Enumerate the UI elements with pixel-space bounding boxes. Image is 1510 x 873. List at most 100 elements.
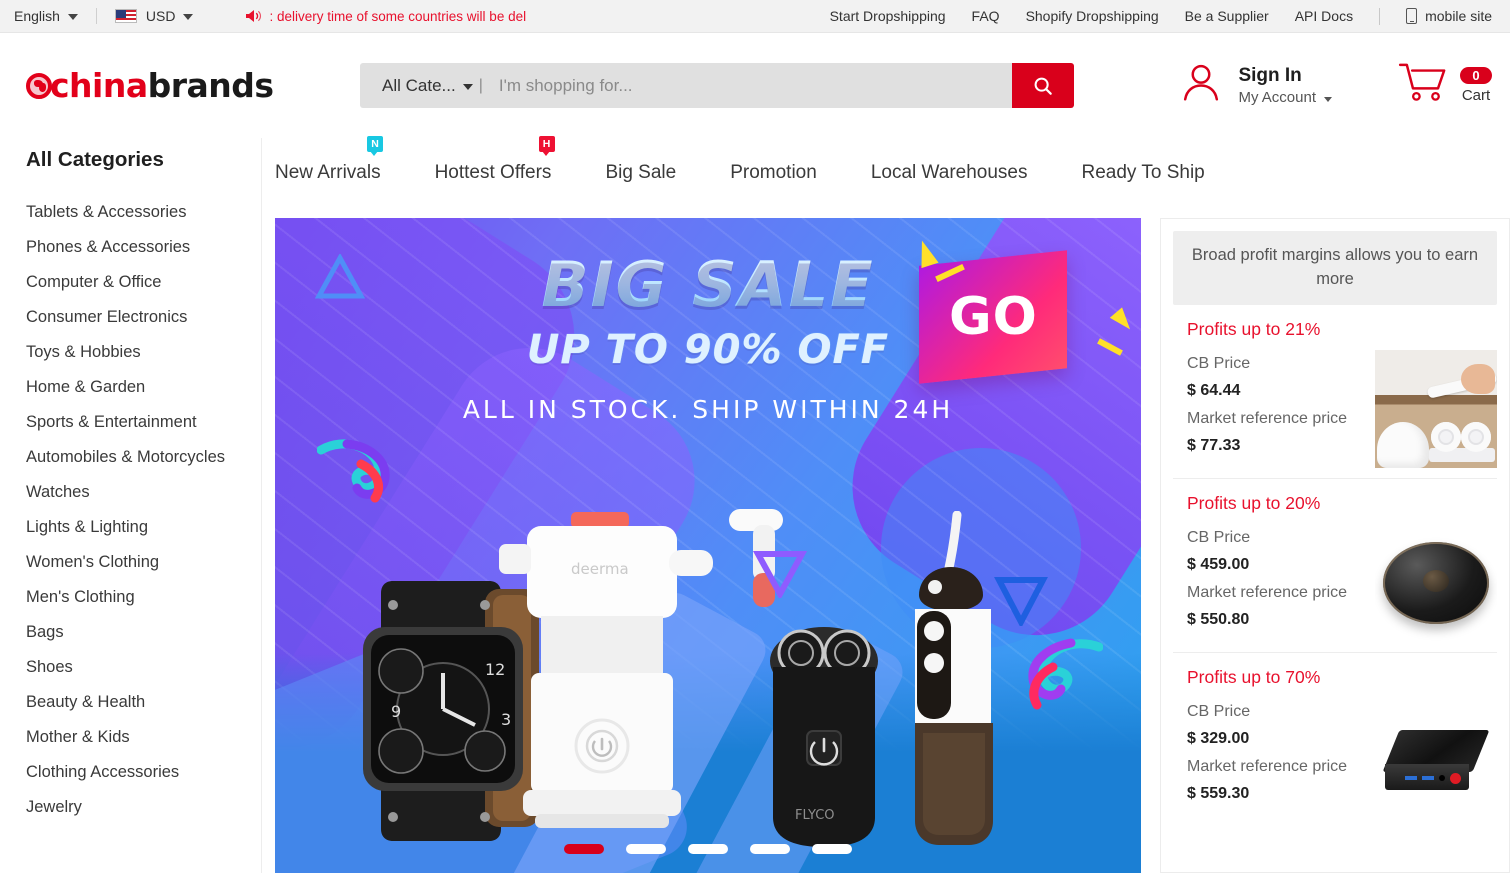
search-bar: All Cate... |: [360, 63, 1074, 108]
link-shopify-dropshipping[interactable]: Shopify Dropshipping: [1026, 8, 1159, 24]
nav-label: Promotion: [730, 162, 817, 183]
profit-panel-heading: Broad profit margins allows you to earn …: [1173, 231, 1497, 305]
mobile-phone-icon: [1406, 8, 1418, 24]
currency-label: USD: [145, 8, 176, 24]
triangle-decor-icon: [753, 551, 807, 598]
nav-label: Ready To Ship: [1081, 162, 1205, 183]
site-header: china brands All Cate... | I'm shopping …: [0, 33, 1510, 138]
sidebar-item-bags[interactable]: Bags: [26, 615, 261, 650]
sidebar-item-lights-lighting[interactable]: Lights & Lighting: [26, 510, 261, 545]
go-cta-button[interactable]: GO: [919, 250, 1067, 384]
nav-item-new-arrivals[interactable]: N New Arrivals: [275, 136, 409, 200]
svg-text:FLYCO: FLYCO: [795, 808, 835, 823]
search-input[interactable]: [484, 75, 1012, 96]
sidebar-item-consumer-electronics[interactable]: Consumer Electronics: [26, 300, 261, 335]
cb-price-value: $ 329.00: [1187, 730, 1250, 748]
hero-banner[interactable]: BIG SALE UP TO 90% OFF ALL IN STOCK. SHI…: [275, 218, 1141, 873]
divider: [95, 8, 97, 24]
promo-item[interactable]: Profits up to 70% CB Price $ 329.00 Mark…: [1173, 653, 1497, 826]
market-price-label: Market reference price: [1187, 409, 1348, 427]
sidebar-item-mother-kids[interactable]: Mother & Kids: [26, 720, 261, 755]
nav-label: Local Warehouses: [870, 162, 1028, 183]
carousel-dot-2[interactable]: [626, 844, 666, 854]
link-mobile-site[interactable]: mobile site: [1406, 8, 1492, 24]
sidebar-item-womens-clothing[interactable]: Women's Clothing: [26, 545, 261, 580]
profit-label: Profits up to 20%: [1187, 492, 1321, 513]
chevron-down-icon: [67, 14, 78, 20]
cart-label: Cart: [1461, 87, 1491, 104]
announcement-banner[interactable]: : delivery time of some countries will b…: [245, 9, 526, 24]
nav-item-big-sale[interactable]: Big Sale: [605, 162, 704, 200]
language-selector[interactable]: English: [14, 8, 78, 24]
sidebar-item-jewelry[interactable]: Jewelry: [26, 790, 261, 825]
sidebar-item-home-garden[interactable]: Home & Garden: [26, 370, 261, 405]
currency-selector[interactable]: USD: [114, 8, 194, 24]
sidebar-item-sports-entertainment[interactable]: Sports & Entertainment: [26, 405, 261, 440]
sidebar-item-beauty-health[interactable]: Beauty & Health: [26, 685, 261, 720]
search-icon: [1034, 77, 1052, 95]
logo[interactable]: china brands: [0, 66, 274, 105]
promo-item[interactable]: Profits up to 21% CB Price $ 64.44 Marke…: [1173, 305, 1497, 479]
nav-item-hottest-offers[interactable]: H Hottest Offers: [434, 136, 580, 200]
nav-label: Hottest Offers: [434, 162, 552, 183]
mini-pc-image[interactable]: [1375, 697, 1497, 816]
carousel-dot-3[interactable]: [688, 844, 728, 854]
triangle-decor-icon: [994, 577, 1048, 626]
my-account-label[interactable]: My Account: [1238, 88, 1332, 108]
sidebar-item-phones[interactable]: Phones & Accessories: [26, 230, 261, 265]
divider: [1379, 7, 1381, 25]
sidebar-item-tablets[interactable]: Tablets & Accessories: [26, 195, 261, 230]
main-content: BIG SALE UP TO 90% OFF ALL IN STOCK. SHI…: [262, 138, 1510, 873]
profit-label: Profits up to 70%: [1187, 666, 1321, 687]
top-bar: English USD : delivery time of some coun…: [0, 0, 1510, 33]
carousel-dot-1[interactable]: [564, 844, 604, 854]
nav-item-local-warehouses[interactable]: Local Warehouses: [871, 162, 1056, 200]
link-faq[interactable]: FAQ: [972, 8, 1000, 24]
main-nav: N New Arrivals H Hottest Offers Big Sale…: [275, 136, 1275, 200]
carousel-dots: [275, 844, 1141, 854]
market-price-label: Market reference price: [1187, 583, 1348, 601]
search-button[interactable]: [1012, 63, 1074, 108]
logo-text-primary: china: [50, 66, 148, 105]
cart-icon: [1398, 61, 1452, 110]
sidebar-item-automobiles[interactable]: Automobiles & Motorcycles: [26, 440, 261, 475]
new-badge: N: [367, 136, 383, 156]
electric-kettle-image: deerma: [499, 512, 713, 828]
account-menu[interactable]: Sign In My Account: [1178, 60, 1332, 111]
top-bar-left: English USD: [14, 8, 194, 24]
sidebar-item-toys-hobbies[interactable]: Toys & Hobbies: [26, 335, 261, 370]
link-start-dropshipping[interactable]: Start Dropshipping: [830, 8, 946, 24]
megaphone-icon: [245, 9, 262, 23]
globe-icon: [26, 72, 52, 99]
market-price-value: $ 559.30: [1187, 785, 1250, 803]
sidebar-item-mens-clothing[interactable]: Men's Clothing: [26, 580, 261, 615]
carousel-dot-4[interactable]: [750, 844, 790, 854]
link-be-a-supplier[interactable]: Be a Supplier: [1185, 8, 1269, 24]
nav-item-promotion[interactable]: Promotion: [730, 162, 845, 200]
cb-price-value: $ 459.00: [1187, 556, 1250, 574]
cb-price-label: CB Price: [1187, 528, 1251, 546]
towel-warmer-image[interactable]: [1375, 349, 1497, 468]
link-api-docs[interactable]: API Docs: [1295, 8, 1353, 24]
us-flag-icon: [114, 9, 137, 23]
market-price-value: $ 77.33: [1187, 437, 1241, 455]
page-body: All Categories Tablets & Accessories Pho…: [0, 138, 1510, 873]
cart-button[interactable]: 0 Cart: [1398, 61, 1492, 110]
sidebar-item-shoes[interactable]: Shoes: [26, 650, 261, 685]
profit-margin-panel: Broad profit margins allows you to earn …: [1160, 218, 1510, 873]
robot-vacuum-image[interactable]: [1375, 523, 1497, 642]
chevron-down-icon: [1324, 96, 1332, 102]
sidebar-item-computer-office[interactable]: Computer & Office: [26, 265, 261, 300]
ribbon-decor-icon: [1028, 638, 1103, 710]
category-dropdown[interactable]: All Cate...: [382, 76, 473, 96]
sidebar-item-watches[interactable]: Watches: [26, 475, 261, 510]
carousel-dot-5[interactable]: [812, 844, 852, 854]
top-bar-links: Start Dropshipping FAQ Shopify Dropshipp…: [830, 7, 1492, 25]
sidebar-item-clothing-accessories[interactable]: Clothing Accessories: [26, 755, 261, 790]
category-dropdown-label: All Cate...: [382, 75, 456, 95]
logo-text-secondary: brands: [147, 66, 274, 105]
nav-item-ready-to-ship[interactable]: Ready To Ship: [1082, 162, 1233, 200]
user-icon: [1178, 60, 1224, 111]
cb-price-label: CB Price: [1187, 354, 1251, 372]
promo-item[interactable]: Profits up to 20% CB Price $ 459.00 Mark…: [1173, 479, 1497, 653]
